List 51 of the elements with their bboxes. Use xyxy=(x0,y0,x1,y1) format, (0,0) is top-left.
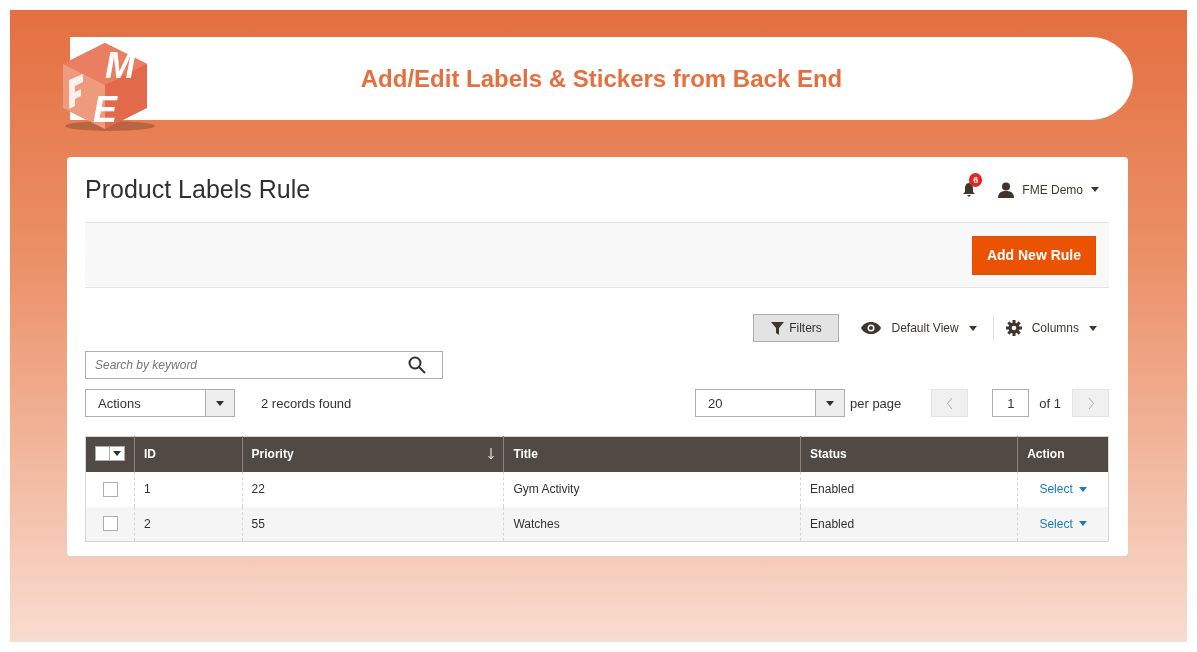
banner-title: Add/Edit Labels & Stickers from Back End xyxy=(360,64,843,93)
add-new-rule-button[interactable]: Add New Rule xyxy=(971,235,1096,275)
table-cell: Watches xyxy=(503,506,801,542)
column-header[interactable]: Status xyxy=(800,436,1018,472)
actions-dropdown[interactable]: Actions xyxy=(85,389,235,417)
caret-icon xyxy=(968,325,977,331)
caret-icon xyxy=(1078,486,1087,492)
eye-icon xyxy=(861,322,882,334)
table-cell: 22 xyxy=(242,471,504,507)
caret-icon xyxy=(216,400,224,406)
row-checkbox[interactable] xyxy=(102,481,118,497)
caret-icon xyxy=(1091,187,1099,192)
caret-icon xyxy=(1089,325,1097,331)
default-view-dropdown[interactable]: Default View xyxy=(861,321,977,335)
select-action-link[interactable]: Select xyxy=(1039,482,1087,496)
row-checkbox[interactable] xyxy=(102,516,118,532)
select-all-checkbox[interactable] xyxy=(95,445,125,461)
columns-dropdown[interactable]: Columns xyxy=(1005,320,1097,336)
per-page-dropdown[interactable]: 20 xyxy=(695,389,845,417)
chevron-right-icon xyxy=(1087,397,1094,409)
page-total: of 1 xyxy=(1039,395,1061,411)
next-page-button[interactable] xyxy=(1072,389,1109,417)
page-title: Product Labels Rule xyxy=(85,175,312,204)
bell-icon[interactable] xyxy=(962,182,977,197)
search-icon xyxy=(408,356,426,374)
column-header[interactable]: Priority xyxy=(242,436,504,472)
notification-badge: 6 xyxy=(969,173,983,187)
column-header[interactable]: ID xyxy=(134,436,243,472)
chevron-left-icon xyxy=(946,397,953,409)
table-cell: Gym Activity xyxy=(503,471,801,507)
gear-icon xyxy=(1005,320,1022,336)
per-page-label: per page xyxy=(850,395,902,411)
table-cell: 1 xyxy=(134,471,243,507)
table-cell: Enabled xyxy=(800,506,1018,542)
filters-button[interactable]: Filters xyxy=(753,314,840,342)
user-icon xyxy=(998,181,1015,198)
funnel-icon xyxy=(771,321,785,335)
column-header[interactable]: Action xyxy=(1017,436,1109,472)
caret-icon xyxy=(113,450,121,456)
search-field[interactable]: Search by keyword xyxy=(85,351,443,379)
user-menu[interactable]: FME Demo xyxy=(998,181,1099,198)
page-number-field[interactable]: 1 xyxy=(992,389,1030,417)
table-cell: 55 xyxy=(242,506,504,542)
records-count: 2 records found xyxy=(261,395,353,411)
sort-arrow-icon xyxy=(488,448,495,461)
table-cell: Enabled xyxy=(800,471,1018,507)
caret-icon xyxy=(1078,521,1087,527)
previous-page-button[interactable] xyxy=(931,389,969,417)
caret-icon xyxy=(826,400,834,406)
table-cell: 2 xyxy=(134,506,243,542)
column-header[interactable]: Title xyxy=(503,436,801,472)
